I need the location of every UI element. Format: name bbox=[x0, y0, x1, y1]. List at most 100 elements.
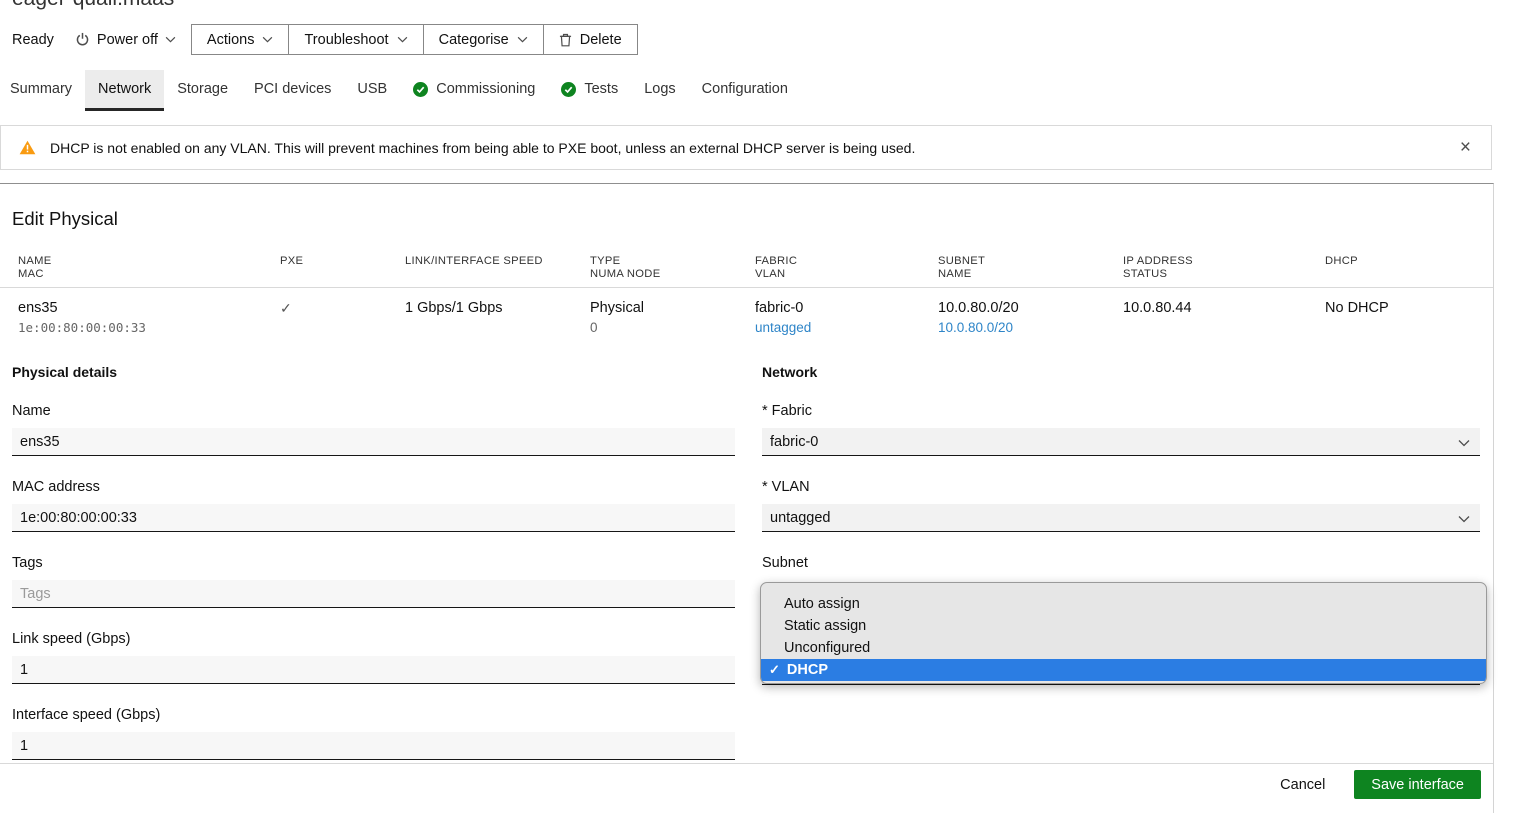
link-speed-input[interactable] bbox=[12, 656, 735, 684]
chevron-down-icon bbox=[165, 36, 176, 43]
tags-input[interactable] bbox=[12, 580, 735, 608]
warning-icon bbox=[19, 140, 36, 155]
machine-tab-bar: Summary Network Storage PCI devices USB … bbox=[0, 70, 1514, 111]
save-interface-button[interactable]: Save interface bbox=[1354, 770, 1481, 799]
tab-label: Commissioning bbox=[436, 81, 535, 97]
tab-label: Configuration bbox=[702, 81, 788, 97]
name-field-group: Name bbox=[12, 403, 735, 456]
success-icon bbox=[561, 82, 576, 97]
subnet-option-auto-assign[interactable]: Auto assign bbox=[761, 593, 1486, 615]
col-name-mac: NAME MAC bbox=[18, 255, 280, 281]
interface-speed-label: Interface speed (Gbps) bbox=[12, 707, 735, 723]
vlan-label: * VLAN bbox=[762, 479, 1480, 495]
col-type-numa: TYPE NUMA NODE bbox=[590, 255, 755, 281]
tab-label: Logs bbox=[644, 81, 675, 97]
tab-network[interactable]: Network bbox=[85, 70, 164, 111]
cell-ip-status: 10.0.80.44 bbox=[1123, 300, 1325, 335]
cell-pxe: ✓ bbox=[280, 300, 405, 335]
form-action-bar: Cancel Save interface bbox=[0, 763, 1493, 799]
subnet-option-static-assign[interactable]: Static assign bbox=[761, 615, 1486, 637]
col-fabric-vlan: FABRIC VLAN bbox=[755, 255, 938, 281]
cell-name-mac: ens35 1e:00:80:00:00:33 bbox=[18, 300, 280, 335]
col-ip-status: IP ADDRESS STATUS bbox=[1123, 255, 1325, 281]
cell-fabric-vlan: fabric-0 untagged bbox=[755, 300, 938, 335]
fabric-select[interactable]: fabric-0 bbox=[762, 428, 1480, 456]
subnet-option-dhcp[interactable]: ✓ DHCP bbox=[761, 659, 1486, 681]
col-dhcp: DHCP bbox=[1325, 255, 1493, 281]
tab-pci-devices[interactable]: PCI devices bbox=[241, 70, 344, 111]
vlan-field-group: * VLAN untagged bbox=[762, 479, 1480, 532]
subnet-link[interactable]: 10.0.80.0/20 bbox=[938, 320, 1013, 335]
subnet-label: Subnet bbox=[762, 555, 1480, 571]
tab-storage[interactable]: Storage bbox=[164, 70, 241, 111]
numa-node-value: 0 bbox=[590, 320, 755, 335]
subnet-field-group: Subnet Auto assign Static assign Unconfi… bbox=[762, 555, 1480, 685]
success-icon bbox=[413, 82, 428, 97]
cancel-button[interactable]: Cancel bbox=[1280, 770, 1325, 799]
machine-header: eager-quail.maas Ready Power off Actions bbox=[0, 0, 1514, 56]
network-heading: Network bbox=[762, 364, 1480, 380]
name-label: Name bbox=[12, 403, 735, 419]
interface-speed-input[interactable] bbox=[12, 732, 735, 760]
cell-dhcp: No DHCP bbox=[1325, 300, 1493, 335]
cell-subnet-name: 10.0.80.0/20 10.0.80.0/20 bbox=[938, 300, 1123, 335]
link-speed-field-group: Link speed (Gbps) bbox=[12, 631, 735, 684]
col-subnet-name: SUBNET NAME bbox=[938, 255, 1123, 281]
mac-field-group: MAC address bbox=[12, 479, 735, 532]
delete-button-label: Delete bbox=[580, 32, 622, 48]
chevron-down-icon bbox=[517, 36, 528, 43]
check-icon: ✓ bbox=[769, 659, 780, 681]
interface-name: ens35 bbox=[18, 300, 280, 317]
trash-icon bbox=[559, 32, 572, 47]
col-link-speed: LINK/INTERFACE SPEED bbox=[405, 255, 590, 281]
tab-usb[interactable]: USB bbox=[344, 70, 400, 111]
machine-toolbar: Ready Power off Actions Troubleshoot bbox=[12, 24, 638, 55]
physical-details-column: Physical details Name MAC address Tags L… bbox=[12, 364, 735, 760]
tab-label: Summary bbox=[10, 81, 72, 97]
actions-button-label: Actions bbox=[207, 32, 255, 48]
check-icon: ✓ bbox=[280, 300, 292, 316]
tab-configuration[interactable]: Configuration bbox=[689, 70, 801, 111]
fabric-label: * Fabric bbox=[762, 403, 1480, 419]
cell-type-numa: Physical 0 bbox=[590, 300, 755, 335]
tab-label: USB bbox=[357, 81, 387, 97]
categorise-button-label: Categorise bbox=[439, 32, 509, 48]
interface-table-row: ens35 1e:00:80:00:00:33 ✓ 1 Gbps/1 Gbps … bbox=[0, 288, 1493, 335]
fabric-field-group: * Fabric fabric-0 bbox=[762, 403, 1480, 456]
name-input[interactable] bbox=[12, 428, 735, 456]
dhcp-warning-banner: DHCP is not enabled on any VLAN. This wi… bbox=[0, 125, 1492, 170]
power-dropdown[interactable]: Power off bbox=[75, 32, 176, 48]
tab-tests[interactable]: Tests bbox=[548, 70, 631, 111]
edit-physical-panel: Edit Physical NAME MAC PXE LINK/INTERFAC… bbox=[0, 183, 1494, 813]
tab-logs[interactable]: Logs bbox=[631, 70, 688, 111]
vlan-select[interactable]: untagged bbox=[762, 504, 1480, 532]
tab-label: PCI devices bbox=[254, 81, 331, 97]
mac-input[interactable] bbox=[12, 504, 735, 532]
subnet-option-unconfigured[interactable]: Unconfigured bbox=[761, 637, 1486, 659]
network-column: Network * Fabric fabric-0 * VLAN untagge… bbox=[762, 364, 1480, 760]
tab-label: Tests bbox=[584, 81, 618, 97]
cell-link-speed: 1 Gbps/1 Gbps bbox=[405, 300, 590, 335]
subnet-option-dhcp-label: DHCP bbox=[787, 659, 828, 681]
page-title: eager-quail.maas bbox=[12, 0, 174, 11]
edit-physical-title: Edit Physical bbox=[12, 208, 1493, 230]
physical-details-heading: Physical details bbox=[12, 364, 735, 380]
tags-label: Tags bbox=[12, 555, 735, 571]
troubleshoot-button[interactable]: Troubleshoot bbox=[288, 25, 422, 54]
vlan-link[interactable]: untagged bbox=[755, 320, 811, 335]
interface-mac: 1e:00:80:00:00:33 bbox=[18, 320, 280, 335]
interface-speed-field-group: Interface speed (Gbps) bbox=[12, 707, 735, 760]
chevron-down-icon bbox=[1458, 439, 1470, 447]
edit-physical-form: Physical details Name MAC address Tags L… bbox=[0, 364, 1493, 760]
subnet-dropdown-menu: Auto assign Static assign Unconfigured ✓… bbox=[760, 582, 1487, 684]
fabric-select-value: fabric-0 bbox=[770, 434, 818, 450]
tags-field-group: Tags bbox=[12, 555, 735, 608]
close-icon[interactable]: × bbox=[1454, 136, 1477, 159]
interface-table-header: NAME MAC PXE LINK/INTERFACE SPEED TYPE N… bbox=[0, 255, 1493, 288]
delete-button[interactable]: Delete bbox=[543, 25, 637, 54]
subnet-select-area: Auto assign Static assign Unconfigured ✓… bbox=[762, 580, 1480, 685]
tab-commissioning[interactable]: Commissioning bbox=[400, 70, 548, 111]
tab-summary[interactable]: Summary bbox=[0, 70, 85, 111]
categorise-button[interactable]: Categorise bbox=[423, 25, 543, 54]
actions-button[interactable]: Actions bbox=[192, 25, 289, 54]
